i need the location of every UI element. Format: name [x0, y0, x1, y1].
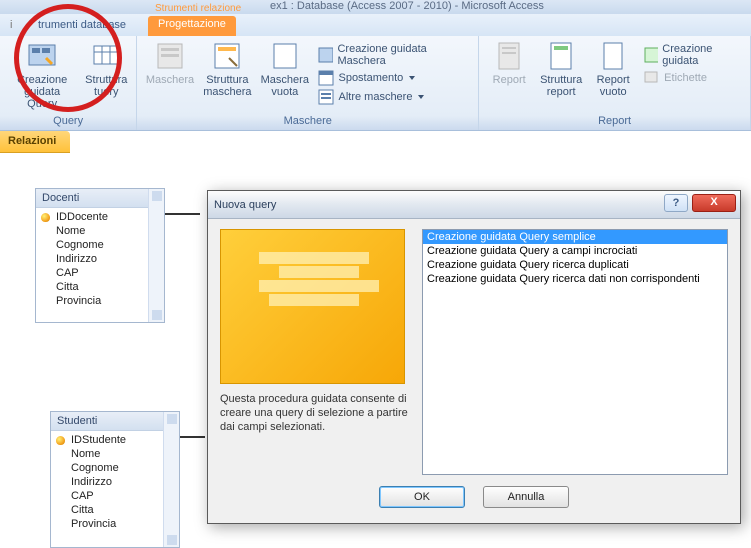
- form-design-label-2: maschera: [203, 86, 251, 98]
- query-design-icon: [90, 40, 122, 72]
- form-button[interactable]: Maschera: [143, 38, 196, 106]
- field-cap[interactable]: CAP: [36, 266, 164, 280]
- field-indirizzo[interactable]: Indirizzo: [51, 475, 179, 489]
- ok-button[interactable]: OK: [379, 486, 465, 508]
- list-item[interactable]: Creazione guidata Query semplice: [423, 230, 727, 244]
- report-wizard-button[interactable]: Creazione guidata: [641, 42, 744, 68]
- dropdown-icon: [409, 76, 415, 80]
- form-design-icon: [211, 40, 243, 72]
- relations-tab[interactable]: Relazioni: [0, 131, 70, 153]
- field-provincia[interactable]: Provincia: [36, 294, 164, 308]
- more-forms-icon: [318, 89, 334, 105]
- report-wizard-label: Creazione guidata: [662, 43, 741, 67]
- blank-form-label-2: vuota: [271, 86, 298, 98]
- field-iddocente[interactable]: IDDocente: [36, 210, 164, 224]
- ribbon-group-reports: Report Strutturareport Reportvuoto Creaz…: [479, 36, 751, 130]
- more-forms-label: Altre maschere: [338, 91, 412, 103]
- field-cognome[interactable]: Cognome: [51, 461, 179, 475]
- query-design-label-2: tuery: [94, 86, 118, 98]
- dropdown-icon: [418, 95, 424, 99]
- field-idstudente[interactable]: IDStudente: [51, 433, 179, 447]
- blank-report-label-1: Report: [597, 74, 630, 86]
- field-cognome[interactable]: Cognome: [36, 238, 164, 252]
- query-wizard-icon: [26, 40, 58, 72]
- blank-report-icon: [597, 40, 629, 72]
- report-design-label-2: report: [547, 86, 576, 98]
- dialog-titlebar[interactable]: Nuova query ? X: [208, 191, 740, 219]
- wizard-preview-image: [220, 229, 405, 384]
- report-design-label-1: Struttura: [540, 74, 582, 86]
- report-button[interactable]: Report: [485, 38, 533, 100]
- blank-form-label-1: Maschera: [261, 74, 309, 86]
- navigation-button[interactable]: Spostamento: [315, 69, 472, 87]
- ribbon-group-query: Creazioneguidata Query Strutturatuery Qu…: [0, 36, 137, 130]
- labels-icon: [644, 70, 660, 86]
- relation-line: [180, 436, 205, 438]
- navigation-icon: [318, 70, 334, 86]
- context-tab-group: Strumenti relazione: [155, 3, 241, 14]
- tab-partial[interactable]: i: [0, 16, 22, 36]
- list-item[interactable]: Creazione guidata Query ricerca dati non…: [423, 272, 727, 286]
- field-provincia[interactable]: Provincia: [51, 517, 179, 531]
- ribbon-group-forms-label: Maschere: [143, 113, 472, 130]
- form-design-button[interactable]: Strutturamaschera: [201, 38, 254, 106]
- blank-report-button[interactable]: Reportvuoto: [589, 38, 637, 100]
- form-wizard-label: Creazione guidata Maschera: [337, 43, 469, 67]
- blank-form-button[interactable]: Mascheravuota: [258, 38, 311, 106]
- report-icon: [493, 40, 525, 72]
- tab-database-tools[interactable]: trumenti database: [28, 16, 136, 36]
- labels-label: Etichette: [664, 72, 707, 84]
- relations-canvas[interactable]: Docenti IDDocente Nome Cognome Indirizzo…: [0, 153, 751, 548]
- field-citta[interactable]: Citta: [51, 503, 179, 517]
- field-indirizzo[interactable]: Indirizzo: [36, 252, 164, 266]
- scrollbar[interactable]: [163, 412, 179, 547]
- field-nome[interactable]: Nome: [51, 447, 179, 461]
- query-wizard-label-2: guidata Query: [24, 86, 60, 110]
- query-wizard-label-1: Creazione: [17, 74, 67, 86]
- help-button[interactable]: ?: [664, 194, 688, 212]
- list-item[interactable]: Creazione guidata Query a campi incrocia…: [423, 244, 727, 258]
- cancel-button[interactable]: Annulla: [483, 486, 569, 508]
- table-docenti[interactable]: Docenti IDDocente Nome Cognome Indirizzo…: [35, 188, 165, 323]
- window-title: ex1 : Database (Access 2007 - 2010) - Mi…: [0, 0, 751, 14]
- report-wizard-icon: [644, 47, 658, 63]
- form-wizard-icon: [318, 47, 333, 63]
- report-button-label: Report: [493, 74, 526, 86]
- field-citta[interactable]: Citta: [36, 280, 164, 294]
- query-type-listbox[interactable]: Creazione guidata Query semplice Creazio…: [422, 229, 728, 475]
- table-docenti-header: Docenti: [36, 189, 164, 208]
- navigation-label: Spostamento: [338, 72, 403, 84]
- form-icon: [154, 40, 186, 72]
- report-design-icon: [545, 40, 577, 72]
- relation-line: [165, 213, 200, 215]
- ribbon-group-query-label: Query: [6, 113, 130, 130]
- ribbon: Creazioneguidata Query Strutturatuery Qu…: [0, 36, 751, 131]
- table-studenti-header: Studenti: [51, 412, 179, 431]
- wizard-description: Questa procedura guidata consente di cre…: [220, 392, 410, 434]
- query-design-label-1: Struttura: [85, 74, 127, 86]
- field-nome[interactable]: Nome: [36, 224, 164, 238]
- field-cap[interactable]: CAP: [51, 489, 179, 503]
- list-item[interactable]: Creazione guidata Query ricerca duplicat…: [423, 258, 727, 272]
- table-studenti[interactable]: Studenti IDStudente Nome Cognome Indiriz…: [50, 411, 180, 548]
- close-button[interactable]: X: [692, 194, 736, 212]
- form-wizard-button[interactable]: Creazione guidata Maschera: [315, 42, 472, 68]
- form-button-label: Maschera: [146, 74, 194, 86]
- form-design-label-1: Struttura: [206, 74, 248, 86]
- query-wizard-button[interactable]: Creazioneguidata Query: [6, 38, 78, 112]
- report-design-button[interactable]: Strutturareport: [537, 38, 585, 100]
- new-query-dialog: Nuova query ? X Questa procedura guidata…: [207, 190, 741, 524]
- ribbon-tabstrip: Strumenti relazione i trumenti database …: [0, 14, 751, 36]
- blank-report-label-2: vuoto: [600, 86, 627, 98]
- blank-form-icon: [269, 40, 301, 72]
- query-design-button[interactable]: Strutturatuery: [82, 38, 130, 112]
- ribbon-group-reports-label: Report: [485, 113, 744, 130]
- tab-design[interactable]: Progettazione: [148, 16, 236, 36]
- scrollbar[interactable]: [148, 189, 164, 322]
- labels-button[interactable]: Etichette: [641, 69, 744, 87]
- dialog-title: Nuova query: [214, 199, 276, 211]
- more-forms-button[interactable]: Altre maschere: [315, 88, 472, 106]
- ribbon-group-forms: Maschera Strutturamaschera Mascheravuota…: [137, 36, 479, 130]
